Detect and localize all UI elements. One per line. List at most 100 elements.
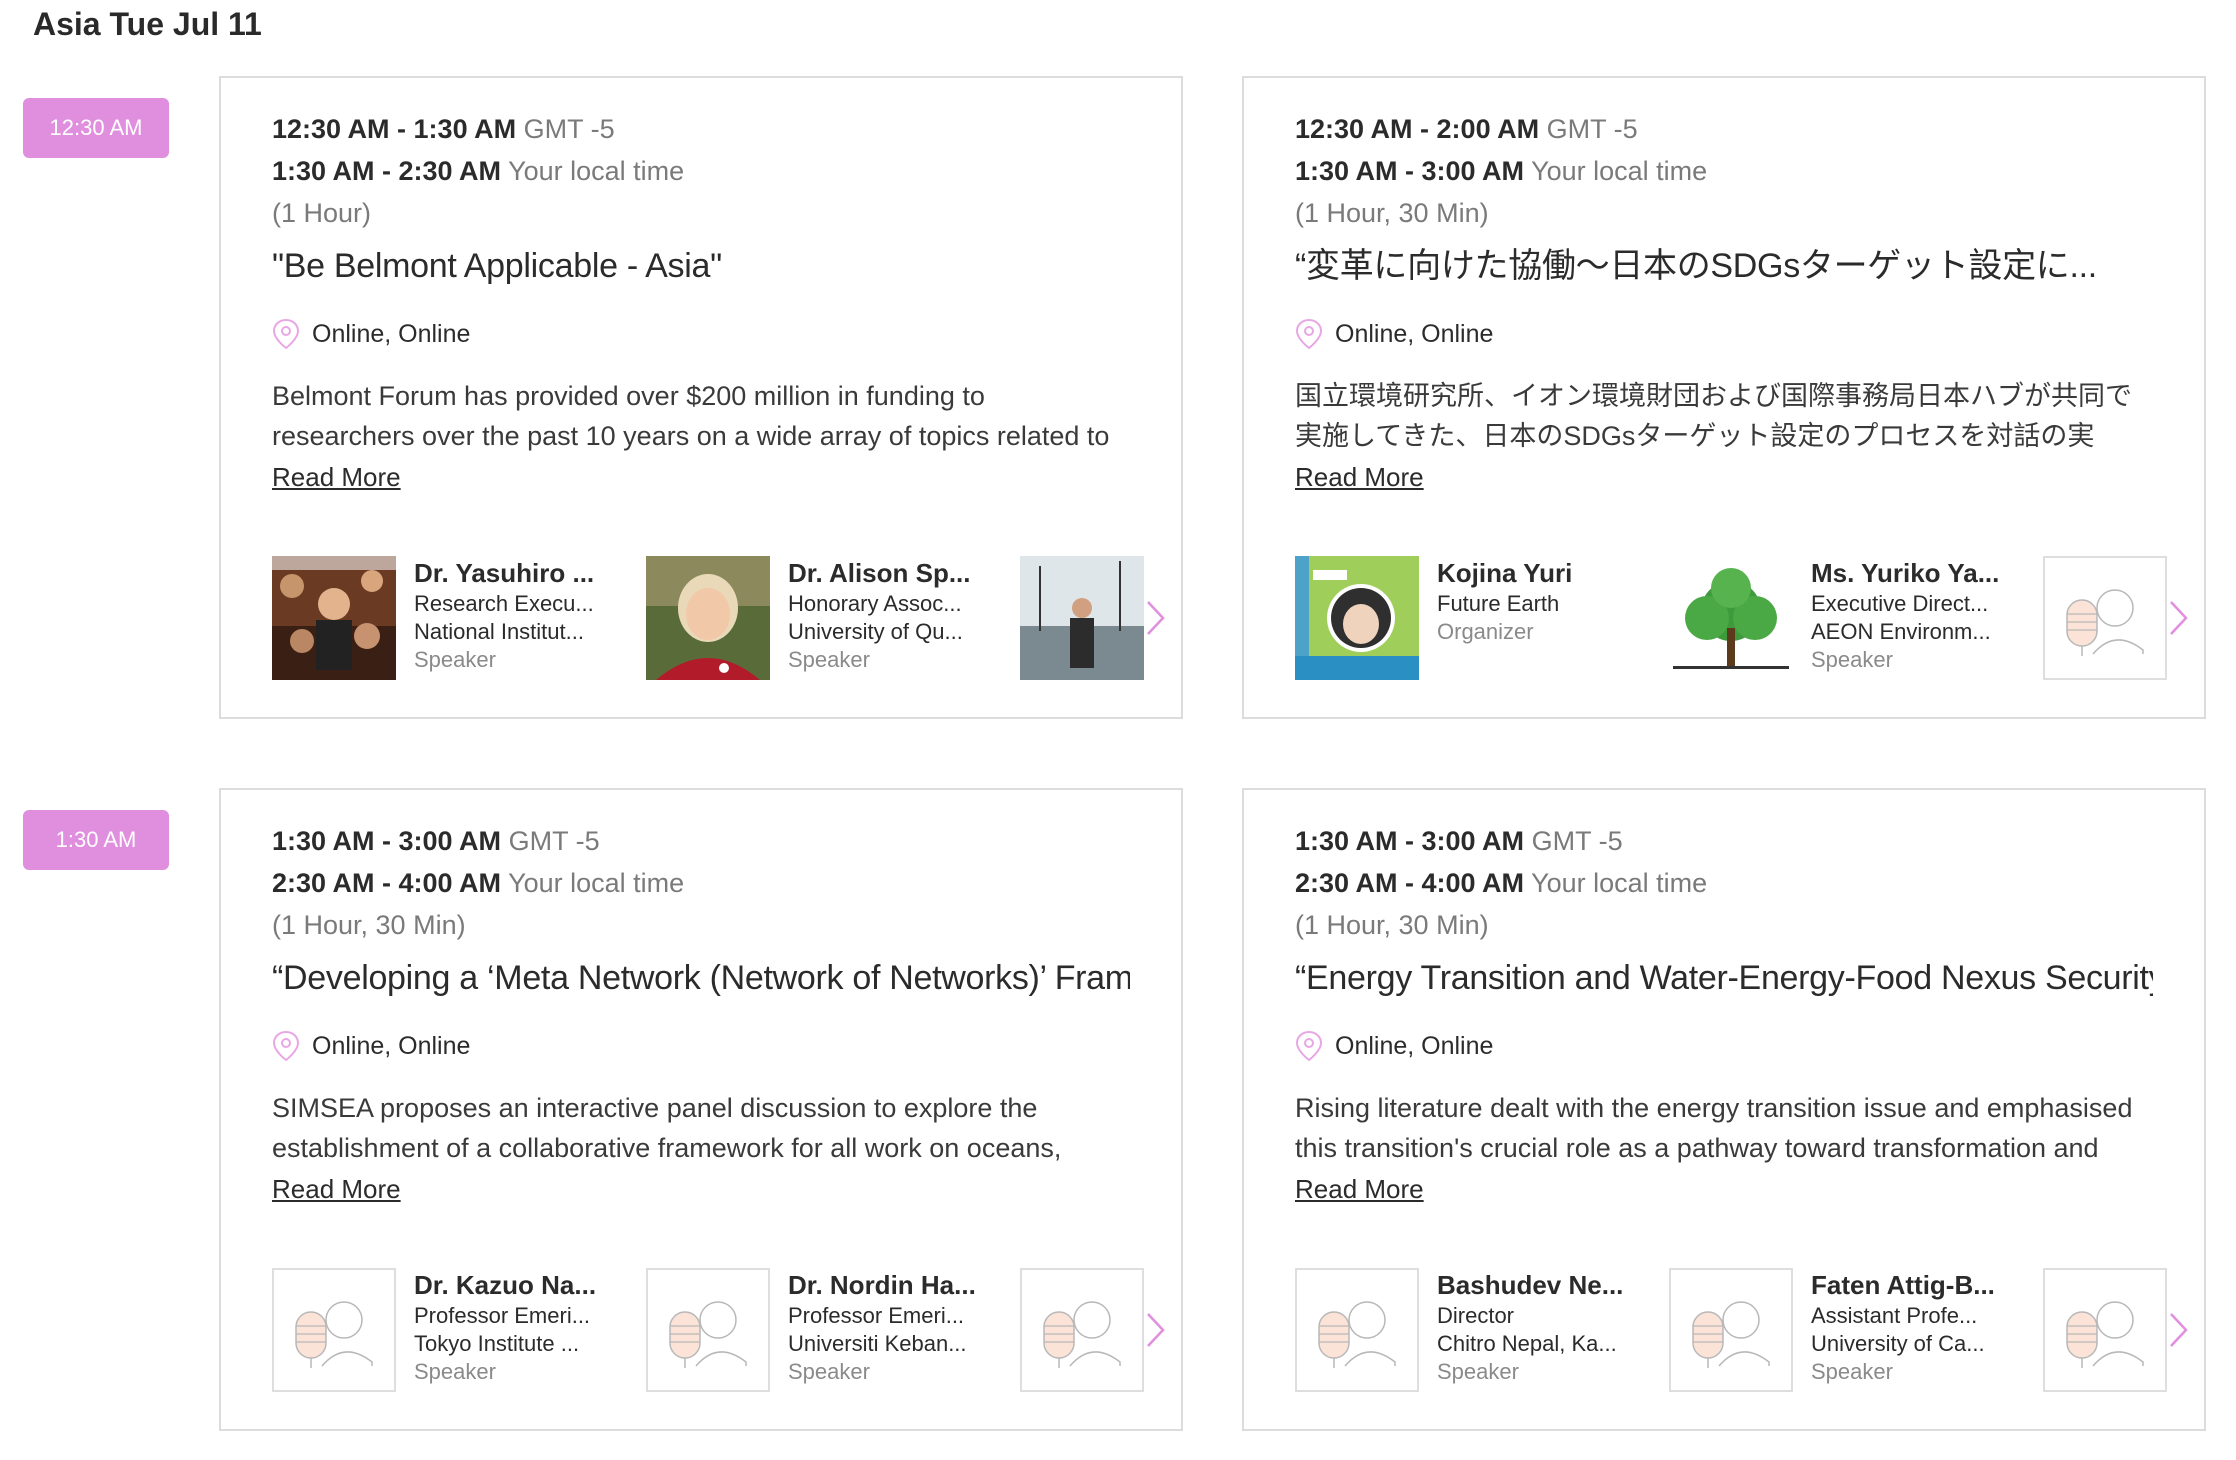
local-time: 1:30 AM - 3:00 AM Your local time — [1295, 156, 1708, 186]
chevron-right-icon[interactable] — [2164, 1268, 2194, 1392]
read-more-link[interactable]: Read More — [272, 1174, 401, 1205]
session-title[interactable]: “Energy Transition and Water-Energy-Food… — [1295, 954, 2153, 1002]
speaker-photo — [272, 556, 396, 680]
session-card[interactable]: 1:30 AM - 3:00 AM GMT -5 2:30 AM - 4:00 … — [219, 788, 1183, 1431]
speaker-avatar[interactable] — [1020, 1268, 1144, 1392]
speaker-placeholder-icon — [295, 1301, 373, 1368]
speaker-role: Speaker — [1437, 1359, 1519, 1384]
local-time: 2:30 AM - 4:00 AM Your local time — [272, 868, 685, 898]
session-description: SIMSEA proposes an interactive panel dis… — [272, 1093, 1062, 1163]
speaker-title: Research Execu... — [414, 591, 594, 616]
duration: (1 Hour, 30 Min) — [1295, 910, 1489, 940]
session-description: Belmont Forum has provided over $200 mil… — [272, 381, 1110, 451]
speaker-item[interactable]: Dr. Kazuo Na... Professor Emeri... Tokyo… — [272, 1268, 614, 1392]
read-more-link[interactable]: Read More — [272, 462, 401, 493]
speaker-item[interactable]: Kojina Yuri Future Earth Organizer — [1295, 556, 1637, 680]
gmt-time: 12:30 AM - 2:00 AM GMT -5 — [1295, 114, 1638, 144]
speaker-avatar[interactable] — [1020, 556, 1144, 680]
gmt-time: 12:30 AM - 1:30 AM GMT -5 — [272, 114, 615, 144]
chevron-right-icon[interactable] — [1141, 556, 1171, 680]
speaker-role: Speaker — [1811, 1359, 1893, 1384]
speaker-title: Professor Emeri... — [414, 1303, 591, 1328]
location-pin-icon — [272, 1030, 300, 1062]
speaker-item[interactable] — [1020, 556, 1144, 680]
speaker-item[interactable]: Dr. Alison Sp... Honorary Assoc... Unive… — [646, 556, 988, 680]
speaker-name[interactable]: Dr. Nordin Ha... — [788, 1268, 988, 1302]
speaker-avatar[interactable] — [272, 556, 396, 680]
speaker-carousel: Dr. Kazuo Na... Professor Emeri... Tokyo… — [272, 1268, 1161, 1392]
speaker-avatar[interactable] — [1669, 1268, 1793, 1392]
speaker-placeholder-icon — [2066, 589, 2144, 656]
day-header: Asia Tue Jul 11 — [33, 6, 262, 42]
speaker-title: Honorary Assoc... — [788, 591, 962, 616]
speaker-organization: National Institut... — [414, 619, 584, 644]
speaker-placeholder-icon — [669, 1301, 747, 1368]
speaker-avatar[interactable] — [646, 1268, 770, 1392]
speaker-role: Speaker — [788, 647, 870, 672]
gmt-time: 1:30 AM - 3:00 AM GMT -5 — [1295, 826, 1623, 856]
speaker-organization: University of Qu... — [788, 619, 963, 644]
speaker-avatar[interactable] — [646, 556, 770, 680]
location-pin-icon — [272, 318, 300, 350]
speaker-role: Speaker — [414, 1359, 496, 1384]
chevron-right-icon[interactable] — [2164, 556, 2194, 680]
location-text: Online, Online — [1335, 319, 1494, 348]
speaker-item[interactable]: Faten Attig-B... Assistant Profe... Univ… — [1669, 1268, 2011, 1392]
speaker-carousel: Dr. Yasuhiro ... Research Execu... Natio… — [272, 556, 1161, 680]
time-badge[interactable]: 1:30 AM — [23, 810, 169, 870]
speaker-item[interactable] — [1020, 1268, 1144, 1392]
speaker-photo — [1020, 556, 1144, 680]
speaker-name[interactable]: Dr. Alison Sp... — [788, 556, 988, 590]
speaker-organization: Organizer — [1437, 619, 1534, 644]
speaker-carousel: Kojina Yuri Future Earth Organizer Ms. Y… — [1295, 556, 2184, 680]
speaker-name[interactable]: Dr. Yasuhiro ... — [414, 556, 614, 590]
speaker-avatar[interactable] — [2043, 556, 2167, 680]
location-text: Online, Online — [1335, 1031, 1494, 1060]
session-title[interactable]: "Be Belmont Applicable - Asia" — [272, 242, 1130, 290]
local-time: 1:30 AM - 2:30 AM Your local time — [272, 156, 685, 186]
speaker-organization: University of Ca... — [1811, 1331, 1985, 1356]
speaker-item[interactable]: Dr. Nordin Ha... Professor Emeri... Univ… — [646, 1268, 988, 1392]
speaker-item[interactable]: Ms. Yuriko Ya... Executive Direct... AEO… — [1669, 556, 2011, 680]
duration: (1 Hour) — [272, 198, 372, 228]
session-card[interactable]: 12:30 AM - 2:00 AM GMT -5 1:30 AM - 3:00… — [1242, 76, 2206, 719]
speaker-name[interactable]: Ms. Yuriko Ya... — [1811, 556, 2011, 590]
speaker-item[interactable]: Dr. Yasuhiro ... Research Execu... Natio… — [272, 556, 614, 680]
speaker-name[interactable]: Dr. Kazuo Na... — [414, 1268, 614, 1302]
speaker-organization: Tokyo Institute ... — [414, 1331, 580, 1356]
speaker-item[interactable]: Bashudev Ne... Director Chitro Nepal, Ka… — [1295, 1268, 1637, 1392]
read-more-link[interactable]: Read More — [1295, 462, 1424, 493]
speaker-placeholder-icon — [1043, 1301, 1121, 1368]
speaker-title: Future Earth — [1437, 591, 1560, 616]
speaker-placeholder-icon — [2066, 1301, 2144, 1368]
duration: (1 Hour, 30 Min) — [272, 910, 466, 940]
speaker-title: Executive Direct... — [1811, 591, 1989, 616]
speaker-role: Speaker — [1811, 647, 1893, 672]
time-badge[interactable]: 12:30 AM — [23, 98, 169, 158]
chevron-right-icon[interactable] — [1141, 1268, 1171, 1392]
session-title[interactable]: “変革に向けた協働～日本のSDGsターゲット設定に... — [1295, 242, 2153, 290]
session-title[interactable]: “Developing a ‘Meta Network (Network of … — [272, 954, 1130, 1002]
read-more-link[interactable]: Read More — [1295, 1174, 1424, 1205]
session-card[interactable]: 12:30 AM - 1:30 AM GMT -5 1:30 AM - 2:30… — [219, 76, 1183, 719]
speaker-item[interactable] — [2043, 556, 2167, 680]
speaker-name[interactable]: Bashudev Ne... — [1437, 1268, 1637, 1302]
speaker-avatar[interactable] — [1295, 556, 1419, 680]
speaker-title: Director — [1437, 1303, 1515, 1328]
speaker-avatar[interactable] — [272, 1268, 396, 1392]
speaker-photo — [646, 556, 770, 680]
speaker-logo — [1669, 556, 1793, 680]
speaker-avatar[interactable] — [2043, 1268, 2167, 1392]
speaker-avatar[interactable] — [1295, 1268, 1419, 1392]
speaker-title: Assistant Profe... — [1811, 1303, 1978, 1328]
location: Online, Online — [1295, 318, 2153, 350]
speaker-avatar[interactable] — [1669, 556, 1793, 680]
session-card[interactable]: 1:30 AM - 3:00 AM GMT -5 2:30 AM - 4:00 … — [1242, 788, 2206, 1431]
gmt-time: 1:30 AM - 3:00 AM GMT -5 — [272, 826, 600, 856]
speaker-name[interactable]: Faten Attig-B... — [1811, 1268, 2011, 1302]
speaker-placeholder-icon — [1318, 1301, 1396, 1368]
speaker-role: Speaker — [414, 647, 496, 672]
location-text: Online, Online — [312, 1031, 471, 1060]
speaker-item[interactable] — [2043, 1268, 2167, 1392]
speaker-name[interactable]: Kojina Yuri — [1437, 556, 1637, 590]
